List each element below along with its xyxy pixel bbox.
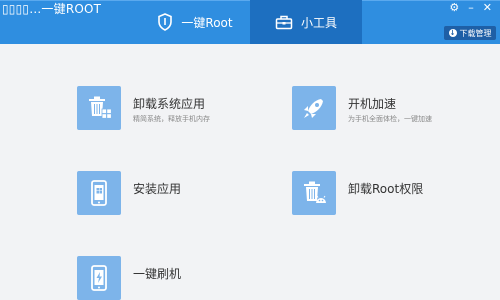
- uninstall-root-title[interactable]: 卸载Root权限: [348, 180, 423, 197]
- boot-speedup-title[interactable]: 开机加速: [348, 95, 396, 112]
- rocket-icon: [304, 99, 323, 118]
- uninstall-system-apps-tile[interactable]: [77, 86, 121, 130]
- one-click-flash-tile[interactable]: [77, 256, 121, 300]
- one-click-flash-title[interactable]: 一键刷机: [133, 265, 181, 282]
- download-manager-button[interactable]: ↓ 下载管理: [444, 26, 496, 40]
- boot-speedup-tile[interactable]: [292, 86, 336, 130]
- shield-icon: [158, 13, 173, 31]
- minimize-icon[interactable]: –: [468, 2, 474, 14]
- tab-tools[interactable]: 小工具: [250, 0, 362, 44]
- tab-one-click-root-label: 一键Root: [181, 15, 233, 30]
- app-title-text: 一键ROOT: [41, 2, 102, 16]
- install-apps-tile[interactable]: [77, 171, 121, 215]
- tab-one-click-root[interactable]: 一键Root: [140, 0, 250, 44]
- title-bar: ▯▯▯▯…一键ROOT 一键Root 小工具 ⚙ – ✕ ↓ 下载管理: [0, 0, 500, 44]
- install-apps-title[interactable]: 安装应用: [133, 180, 181, 197]
- flash-phone-icon: [91, 265, 107, 291]
- uninstall-system-apps-title[interactable]: 卸载系统应用: [133, 95, 205, 112]
- app-icon-strip: ▯▯▯▯…: [2, 2, 42, 16]
- uninstall-system-apps-subtitle: 精简系统，释放手机内存: [133, 115, 210, 123]
- install-phone-icon: [91, 180, 107, 206]
- download-manager-label: 下载管理: [459, 28, 492, 38]
- download-icon: ↓: [448, 29, 457, 37]
- close-icon[interactable]: ✕: [483, 2, 492, 14]
- settings-icon[interactable]: ⚙: [449, 2, 459, 14]
- trash-apps-icon: [89, 96, 112, 119]
- uninstall-root-tile[interactable]: [292, 171, 336, 215]
- app-title: ▯▯▯▯…一键ROOT: [2, 2, 101, 17]
- toolbox-icon: [275, 15, 293, 30]
- window-controls: ⚙ – ✕: [449, 2, 492, 14]
- boot-speedup-subtitle: 为手机全面体检，一键加速: [348, 115, 432, 123]
- trash-android-icon: [304, 181, 326, 203]
- tab-tools-label: 小工具: [300, 15, 337, 30]
- tools-panel: 卸载系统应用 精简系统，释放手机内存 开机加速 为手机全面体检，一键加速 安装应…: [0, 44, 500, 300]
